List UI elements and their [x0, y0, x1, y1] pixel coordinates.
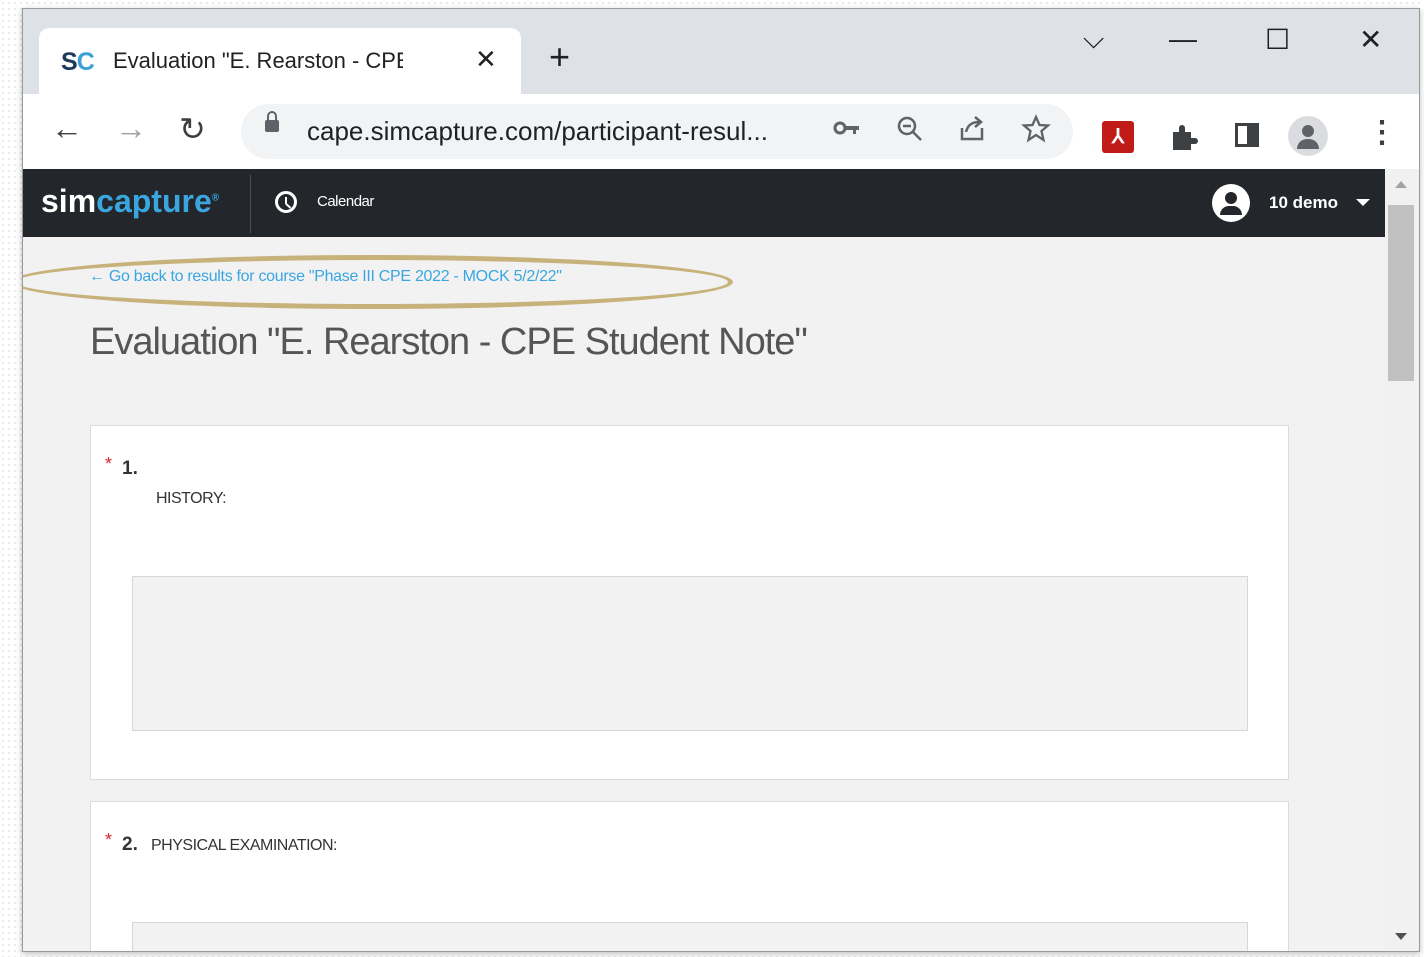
page-viewport: simcapture® Calendar 10 demo ← Go back t…: [23, 169, 1419, 951]
chevron-down-icon[interactable]: [1356, 199, 1370, 206]
question-label: HISTORY:: [156, 490, 227, 507]
profile-icon[interactable]: [1288, 116, 1328, 156]
share-icon[interactable]: [957, 114, 987, 151]
lock-icon[interactable]: [265, 111, 279, 132]
minimize-button[interactable]: —: [1169, 23, 1197, 55]
nav-divider: [250, 175, 251, 233]
question-number: 1.: [122, 458, 138, 479]
scroll-up-arrow-icon[interactable]: [1395, 181, 1407, 188]
nav-calendar-link[interactable]: Calendar: [317, 193, 374, 210]
tab-close-icon[interactable]: ✕: [475, 44, 497, 75]
page-title: Evaluation "E. Rearston - CPE Student No…: [90, 321, 808, 363]
close-window-button[interactable]: ✕: [1359, 23, 1382, 56]
answer-textarea[interactable]: [132, 576, 1248, 731]
side-panel-icon[interactable]: [1235, 123, 1259, 147]
maximize-button[interactable]: ☐: [1265, 23, 1290, 56]
app-navbar: simcapture® Calendar 10 demo: [23, 169, 1385, 237]
simcapture-logo[interactable]: simcapture®: [41, 183, 219, 220]
page-scrollbar[interactable]: [1385, 169, 1419, 951]
reload-button[interactable]: ↻: [179, 110, 206, 148]
question-label: PHYSICAL EXAMINATION:: [151, 837, 337, 854]
scrollbar-thumb[interactable]: [1388, 205, 1414, 381]
browser-window: SC Evaluation "E. Rearston - CPE Stu ✕ +…: [22, 8, 1420, 952]
extensions-icon[interactable]: [1169, 122, 1198, 150]
browser-toolbar: ← → ↻ cape.simcapture.com/participant-re…: [23, 94, 1419, 169]
scroll-down-arrow-icon[interactable]: [1395, 933, 1407, 940]
simcapture-favicon: SC: [61, 48, 95, 76]
user-menu[interactable]: 10 demo: [1269, 193, 1338, 213]
address-bar[interactable]: cape.simcapture.com/participant-resul...: [241, 104, 1073, 159]
new-tab-button[interactable]: +: [549, 39, 570, 75]
menu-icon[interactable]: ⋮: [1367, 118, 1397, 148]
annotation-highlight-ellipse: [23, 255, 733, 309]
key-icon[interactable]: [831, 112, 863, 151]
tab-search-icon[interactable]: ⌵: [1083, 23, 1104, 56]
answer-textarea[interactable]: [132, 922, 1248, 951]
question-card-1: * 1. HISTORY:: [90, 425, 1289, 780]
star-icon[interactable]: [1021, 114, 1051, 151]
url-text[interactable]: cape.simcapture.com/participant-resul...: [307, 116, 768, 147]
question-card-2: * 2. PHYSICAL EXAMINATION:: [90, 801, 1289, 951]
clock-icon[interactable]: [275, 191, 297, 213]
back-button[interactable]: ←: [51, 110, 83, 147]
tab-title: Evaluation "E. Rearston - CPE Stu: [113, 48, 403, 73]
zoom-icon[interactable]: [895, 114, 925, 151]
required-marker: *: [105, 454, 113, 474]
forward-button[interactable]: →: [115, 110, 147, 147]
pdf-icon[interactable]: ⅄: [1102, 121, 1134, 153]
browser-tab[interactable]: SC Evaluation "E. Rearston - CPE Stu ✕: [39, 28, 521, 94]
user-avatar-icon[interactable]: [1212, 184, 1250, 222]
question-number: 2.: [122, 834, 138, 855]
required-marker: *: [105, 830, 113, 850]
